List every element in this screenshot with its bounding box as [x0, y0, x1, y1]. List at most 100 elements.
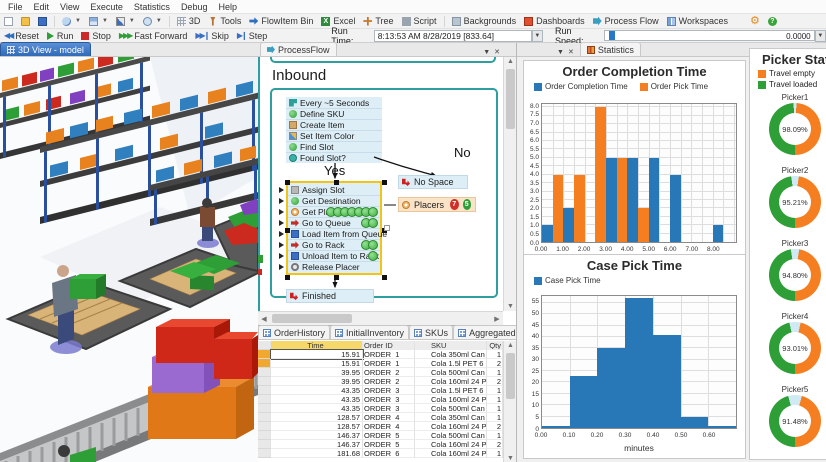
- close-icon[interactable]: ✕: [492, 48, 502, 56]
- menu-edit[interactable]: Edit: [29, 1, 55, 13]
- table-row[interactable]: 39.95ORDER_2Cola 160ml 24 Pack2: [258, 377, 503, 386]
- table-row[interactable]: 128.57ORDER_4Cola 350ml Can 24 Pack1: [258, 413, 503, 422]
- menu-debug[interactable]: Debug: [176, 1, 213, 13]
- widget-case-pick-time[interactable]: Case Pick Time Case Pick Time minutes 05…: [523, 254, 746, 459]
- column-header-qty[interactable]: Qty: [487, 341, 503, 350]
- cell-qty[interactable]: 2: [487, 422, 503, 431]
- cell-order-id[interactable]: ORDER_3: [363, 386, 415, 395]
- new-model-button[interactable]: [0, 16, 17, 27]
- order-history-grid[interactable]: Time Order ID SKU Qty 15.91 ORDER_1 Cola 350ml…: [258, 341, 503, 462]
- cell-qty[interactable]: 1: [487, 386, 503, 395]
- cell-order-id[interactable]: ORDER_2: [363, 368, 415, 377]
- process-flow-canvas[interactable]: Inbound Every ~5 Seconds Define SKU Create…: [258, 57, 503, 311]
- run-speed-dropdown[interactable]: ▼: [814, 29, 826, 42]
- cell-sku[interactable]: Cola 160ml 24 Pack: [415, 440, 487, 449]
- cell-time[interactable]: 43.35: [271, 395, 363, 404]
- table-row[interactable]: 43.35ORDER_3Cola 500ml Can 16 Pack1: [258, 404, 503, 413]
- menu-view[interactable]: View: [55, 1, 84, 13]
- reset-button[interactable]: ◀◀ Reset: [0, 30, 43, 42]
- cell-order-id[interactable]: ORDER_6: [363, 449, 415, 458]
- connect-tool-button[interactable]: ▼: [139, 16, 166, 27]
- table-row[interactable]: 39.95ORDER_2Cola 500ml Can 16 Pack1: [258, 368, 503, 377]
- cell-sku[interactable]: Cola 160ml 24 Pack: [415, 395, 487, 404]
- menu-statistics[interactable]: Statistics: [129, 1, 175, 13]
- tab-orderhistory[interactable]: OrderHistory: [258, 325, 331, 339]
- cell-time[interactable]: 146.37: [271, 431, 363, 440]
- table-row[interactable]: 15.91ORDER_1Cola 1.5l PET 6 Pack2: [258, 359, 503, 368]
- table-row[interactable]: 15.91ORDER_1Cola 350ml Can 24 Pack1: [258, 349, 503, 360]
- stop-button[interactable]: Stop: [77, 30, 115, 42]
- scroll-left-icon[interactable]: ◀: [259, 315, 269, 323]
- toolbar-button-process-flow[interactable]: Process Flow: [589, 15, 663, 27]
- menu-file[interactable]: File: [3, 1, 28, 13]
- placers-resource[interactable]: Placers 7 5: [398, 197, 476, 212]
- table-row[interactable]: 146.37ORDER_5Cola 500ml Can 16 Pack1: [258, 431, 503, 440]
- cell-qty[interactable]: 1: [487, 395, 503, 404]
- cell-time[interactable]: 15.91: [271, 359, 363, 368]
- cell-order-id[interactable]: ORDER_2: [363, 377, 415, 386]
- cell-sku[interactable]: Cola 500ml Can 16 Pack: [415, 404, 487, 413]
- cell-time[interactable]: 15.91: [270, 349, 364, 360]
- zoom-tool-button[interactable]: ▼: [58, 16, 85, 27]
- pane-menu-button[interactable]: ▼: [555, 49, 566, 56]
- table-row[interactable]: 181.68ORDER_6Cola 160ml 24 Pack1: [258, 449, 503, 458]
- table-vertical-scrollbar[interactable]: ▲ ▼: [503, 341, 516, 462]
- cell-qty[interactable]: 2: [487, 440, 503, 449]
- cell-sku[interactable]: Cola 160ml 24 Pack: [415, 377, 487, 386]
- cell-order-id[interactable]: ORDER_4: [363, 422, 415, 431]
- table-row[interactable]: 43.35ORDER_3Cola 160ml 24 Pack1: [258, 395, 503, 404]
- run-speed-slider[interactable]: 0.0000: [603, 30, 815, 41]
- toolbar-button-3d[interactable]: 3D: [173, 15, 205, 27]
- cell-sku[interactable]: Cola 160ml 24 Pack: [415, 449, 487, 458]
- 3d-scene[interactable]: [0, 57, 258, 462]
- cell-order-id[interactable]: ORDER_1: [363, 350, 415, 359]
- cell-time[interactable]: 39.95: [271, 368, 363, 377]
- cell-sku[interactable]: Cola 350ml Can 24 Pack: [415, 350, 487, 359]
- cell-qty[interactable]: 2: [487, 359, 503, 368]
- processflow-vertical-scrollbar[interactable]: ▲ ▼: [503, 57, 516, 311]
- finished-sink[interactable]: Finished: [286, 289, 374, 303]
- step-button[interactable]: ▶❙ Step: [233, 30, 271, 42]
- no-space-sink[interactable]: No Space: [398, 175, 468, 189]
- cell-time[interactable]: 43.35: [271, 386, 363, 395]
- processflow-horizontal-scrollbar[interactable]: ◀ ▶: [258, 311, 503, 325]
- toolbar-button-tools[interactable]: Tools: [204, 15, 245, 27]
- cell-order-id[interactable]: ORDER_4: [363, 413, 415, 422]
- cell-time[interactable]: 181.68: [271, 449, 363, 458]
- cell-qty[interactable]: 1: [487, 404, 503, 413]
- column-header-order-id[interactable]: Order ID: [363, 341, 415, 350]
- column-header-sku[interactable]: SKU: [415, 341, 487, 350]
- run-time-dropdown[interactable]: ▼: [531, 29, 544, 42]
- cell-time[interactable]: 43.35: [271, 404, 363, 413]
- cell-qty[interactable]: 1: [487, 431, 503, 440]
- help-button[interactable]: ?: [764, 16, 781, 27]
- color-tool-button[interactable]: ▼: [112, 16, 139, 27]
- cell-order-id[interactable]: ORDER_1: [363, 359, 415, 368]
- cell-sku[interactable]: Cola 500ml Can 16 Pack: [415, 368, 487, 377]
- open-model-button[interactable]: [17, 16, 34, 27]
- cell-sku[interactable]: Cola 1.5l PET 6 Pack: [415, 359, 487, 368]
- arrange-tool-button[interactable]: ▼: [85, 16, 112, 27]
- run-time-field[interactable]: 8:13:53 AM 8/28/2019 [833.64]: [373, 29, 532, 42]
- run-speed-slider-thumb[interactable]: [608, 31, 615, 40]
- cell-qty[interactable]: 1: [487, 368, 503, 377]
- tab-3d-view[interactable]: 3D View - model: [0, 42, 91, 56]
- tab-skus[interactable]: SKUs: [409, 325, 454, 339]
- cell-qty[interactable]: 1: [487, 350, 503, 359]
- close-icon[interactable]: ✕: [566, 48, 576, 56]
- table-row[interactable]: 146.37ORDER_5Cola 160ml 24 Pack2: [258, 440, 503, 449]
- tab-statistics[interactable]: Statistics: [579, 43, 641, 56]
- settings-button[interactable]: ⚙: [746, 15, 764, 27]
- toolbar-button-backgrounds[interactable]: Backgrounds: [448, 15, 521, 27]
- run-button[interactable]: Run: [43, 30, 78, 42]
- menu-execute[interactable]: Execute: [85, 1, 128, 13]
- cell-order-id[interactable]: ORDER_3: [363, 404, 415, 413]
- table-row[interactable]: 128.57ORDER_4Cola 160ml 24 Pack2: [258, 422, 503, 431]
- widget-order-completion-time[interactable]: Order Completion Time Order Completion T…: [523, 60, 746, 270]
- column-header-time[interactable]: Time: [271, 341, 363, 350]
- cell-qty[interactable]: 2: [487, 377, 503, 386]
- table-row[interactable]: 43.35ORDER_3Cola 1.5l PET 6 Pack1: [258, 386, 503, 395]
- menu-help[interactable]: Help: [213, 1, 242, 13]
- toolbar-button-script[interactable]: Script: [398, 15, 441, 27]
- cell-qty[interactable]: 1: [487, 413, 503, 422]
